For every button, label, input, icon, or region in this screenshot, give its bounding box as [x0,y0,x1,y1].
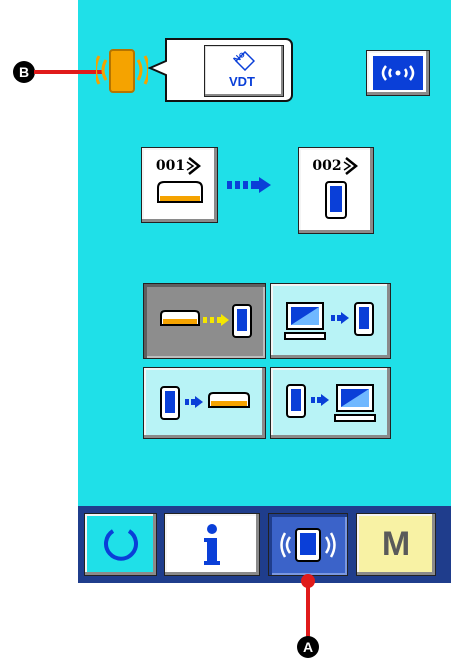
information-button[interactable] [164,513,260,576]
device-to-media-icon [159,386,250,420]
media-to-device-icon [159,304,252,338]
no-diamond-icon [235,51,255,71]
info-icon [204,523,220,565]
transfer-arrow-icon [227,177,271,193]
source-slot-button[interactable]: 001 [141,147,218,223]
source-arrow-icon [186,157,202,175]
mode-pc-to-device-button[interactable] [270,283,391,359]
device-to-pc-icon [285,384,376,422]
device-waves-icon [280,527,336,562]
callout-line-b [34,70,104,74]
communication-icon [373,56,423,90]
communication-status-icon [96,49,148,93]
ready-button[interactable] [84,513,157,576]
m-label: M [381,525,411,563]
communication-mode-button[interactable] [268,513,348,576]
vdt-label: VDT [229,74,255,89]
ready-ring-icon [103,528,138,561]
destination-device-button[interactable]: 002 [298,147,374,234]
callout-line-a [306,582,310,638]
mode-media-to-device-button[interactable] [143,283,266,359]
destination-arrow-icon [343,157,358,175]
callout-marker-b: B [13,61,35,83]
mode-device-to-media-button[interactable] [143,367,266,439]
mode-device-to-pc-button[interactable] [270,367,391,439]
source-number: 001 [155,158,186,174]
callout-marker-a: A [297,636,319,658]
device-icon [325,181,347,219]
destination-number: 002 [312,158,342,174]
communication-button[interactable] [366,50,430,96]
media-slot-icon [156,181,203,203]
vdt-display-button[interactable]: No VDT [204,45,284,97]
pc-to-device-icon [283,302,374,340]
mode-m-button[interactable]: M [356,513,436,576]
